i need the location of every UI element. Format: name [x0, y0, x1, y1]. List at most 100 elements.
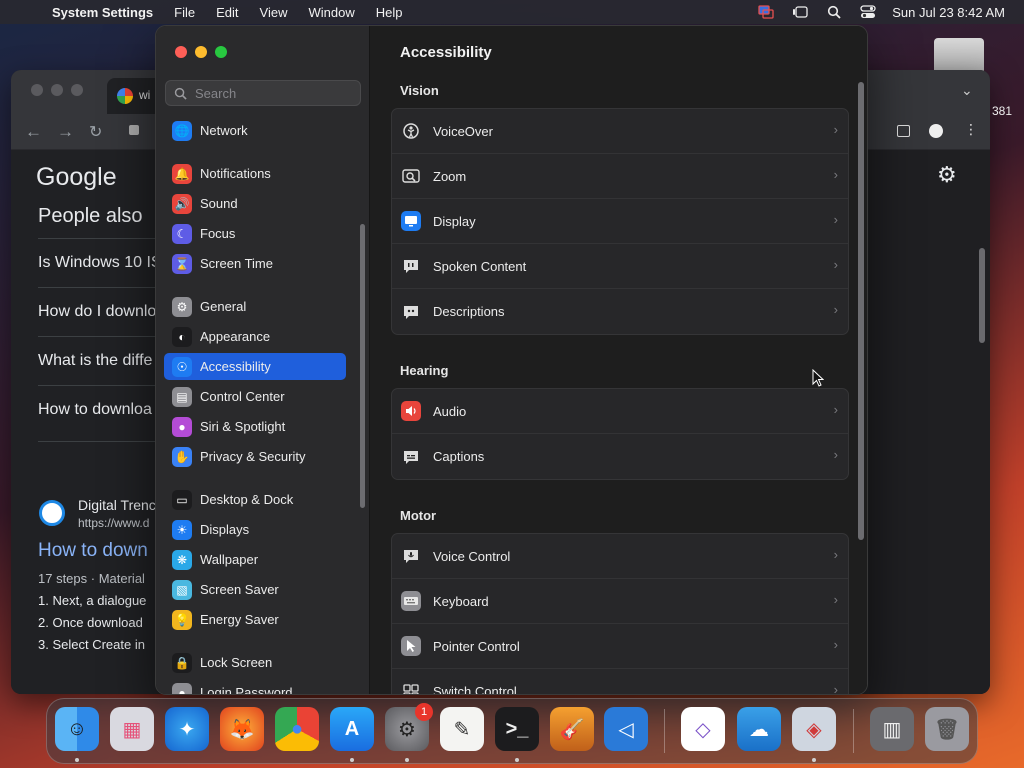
sidebar-item-wallpaper[interactable]: ❋ Wallpaper — [164, 546, 346, 573]
sidebar-item-sound[interactable]: 🔊 Sound — [164, 190, 346, 217]
sidebar-item-displays[interactable]: ☀ Displays — [164, 516, 346, 543]
launchpad-icon[interactable]: ▦ — [110, 707, 154, 751]
result-source-name[interactable]: Digital Trenc — [78, 497, 156, 513]
icloud-icon[interactable]: ☁ — [737, 707, 781, 751]
row-voice-control[interactable]: Voice Control › — [392, 534, 848, 579]
site-favicon-icon — [39, 500, 65, 526]
related-question[interactable]: How do I downlo — [38, 303, 156, 321]
sidebar-scrollbar[interactable] — [360, 224, 365, 508]
settings-gear-icon[interactable]: ⚙ — [937, 162, 957, 188]
control-center-icon[interactable] — [858, 4, 878, 20]
divider — [38, 336, 168, 337]
section-label-hearing: Hearing — [400, 363, 449, 378]
google-logo[interactable]: Google — [36, 163, 117, 192]
sidebar-icon: 🔒 — [172, 652, 192, 673]
firefox-icon[interactable]: 🦊 — [220, 707, 264, 751]
search-input[interactable] — [195, 85, 355, 101]
notification-badge: 1 — [415, 703, 433, 721]
row-pointer-control[interactable]: Pointer Control › — [392, 624, 848, 669]
row-display[interactable]: Display › — [392, 199, 848, 244]
sidebar-item-accessibility[interactable]: ☉ Accessibility — [164, 353, 346, 380]
system-settings-window[interactable]: 🌐 Network 🔔 Notifications 🔊 Sound ☾ Focus ⌛ Scree… — [155, 25, 868, 695]
downloads-stack-icon[interactable]: ▥ — [870, 707, 914, 751]
browser-zoom-button[interactable] — [71, 84, 83, 96]
sidebar-item-network[interactable]: 🌐 Network — [164, 117, 346, 144]
divider — [38, 238, 168, 239]
finder-icon[interactable]: ☺ — [55, 707, 99, 751]
sidebar-item-notifications[interactable]: 🔔 Notifications — [164, 160, 346, 187]
detail-scrollbar[interactable] — [858, 82, 864, 540]
sidebar-item-screen-time[interactable]: ⌛ Screen Time — [164, 250, 346, 277]
related-question[interactable]: What is the diffe — [38, 352, 152, 370]
row-captions[interactable]: Captions › — [392, 434, 848, 479]
dock-separator — [853, 709, 854, 753]
related-question[interactable]: How to downloa — [38, 401, 152, 419]
menu-app-name[interactable]: System Settings — [52, 5, 153, 20]
browser-menu-icon[interactable]: ⋮ — [964, 121, 978, 138]
result-source-url[interactable]: https://www.d — [78, 516, 149, 530]
menu-window[interactable]: Window — [308, 5, 354, 20]
profile-avatar-icon[interactable] — [929, 124, 943, 138]
sidebar-item-lock-screen[interactable]: 🔒 Lock Screen — [164, 649, 346, 676]
stage-manager-icon[interactable] — [790, 4, 810, 20]
browser-close-button[interactable] — [31, 84, 43, 96]
sidebar-icon: ✋ — [172, 446, 192, 467]
sidebar-item-appearance[interactable]: ◐ Appearance — [164, 323, 346, 350]
sidebar-item-desktop-dock[interactable]: ▭ Desktop & Dock — [164, 486, 346, 513]
sidebar-item-label: General — [200, 299, 247, 314]
sidebar-icon: ● — [172, 416, 192, 437]
sidebar-search[interactable] — [165, 80, 361, 106]
sidebar-item-screen-saver[interactable]: ▧ Screen Saver — [164, 576, 346, 603]
app-store-icon[interactable]: A — [330, 707, 374, 751]
sidebar-item-focus[interactable]: ☾ Focus — [164, 220, 346, 247]
terminal-icon[interactable]: >_ — [495, 707, 539, 751]
sidebar-item-login-password[interactable]: ● Login Password — [164, 679, 346, 694]
tab-list-chevron-icon[interactable]: ⌄ — [961, 82, 973, 99]
trash-icon[interactable]: 🗑 — [925, 707, 969, 751]
running-indicator — [350, 758, 354, 762]
menu-clock[interactable]: Sun Jul 23 8:42 AM — [892, 5, 1005, 20]
chevron-right-icon: › — [833, 592, 838, 607]
row-audio[interactable]: Audio › — [392, 389, 848, 434]
row-voiceover[interactable]: VoiceOver › — [392, 109, 848, 154]
sidebar-item-label: Notifications — [200, 166, 271, 181]
speaker-icon — [401, 401, 421, 421]
minimize-button[interactable] — [195, 46, 207, 58]
screen-mirror-icon[interactable] — [756, 4, 776, 20]
close-button[interactable] — [175, 46, 187, 58]
sidebar-item-privacy-security[interactable]: ✋ Privacy & Security — [164, 443, 346, 470]
vscode-icon[interactable]: ◁ — [604, 707, 648, 751]
side-panel-icon[interactable] — [897, 125, 910, 137]
browser-minimize-button[interactable] — [51, 84, 63, 96]
result-title-link[interactable]: How to down — [38, 540, 148, 562]
garageband-icon[interactable]: 🎸 — [550, 707, 594, 751]
textedit-icon[interactable]: ✎ — [440, 707, 484, 751]
menu-help[interactable]: Help — [376, 5, 403, 20]
row-spoken-content[interactable]: Spoken Content › — [392, 244, 848, 289]
spotlight-search-icon[interactable] — [824, 4, 844, 20]
related-question[interactable]: Is Windows 10 IS — [38, 254, 162, 272]
sidebar-item-control-center[interactable]: ▤ Control Center — [164, 383, 346, 410]
back-arrow-icon[interactable]: ← — [25, 122, 42, 142]
row-switch-control[interactable]: Switch Control › — [392, 669, 848, 694]
forward-arrow-icon[interactable]: → — [57, 122, 74, 142]
sidebar-item-energy-saver[interactable]: 💡 Energy Saver — [164, 606, 346, 633]
row-zoom[interactable]: Zoom › — [392, 154, 848, 199]
zoom-button[interactable] — [215, 46, 227, 58]
background-window-fragment — [934, 38, 984, 74]
row-keyboard[interactable]: Keyboard › — [392, 579, 848, 624]
reload-icon[interactable]: ↻ — [89, 122, 102, 142]
row-descriptions[interactable]: Descriptions › — [392, 289, 848, 334]
sidebar-item-siri-spotlight[interactable]: ● Siri & Spotlight — [164, 413, 346, 440]
menu-edit[interactable]: Edit — [216, 5, 238, 20]
chrome-icon[interactable]: ● — [275, 707, 319, 751]
row-label: Pointer Control — [433, 638, 520, 654]
sidebar-item-general[interactable]: ⚙ General — [164, 293, 346, 320]
menu-view[interactable]: View — [260, 5, 288, 20]
remote-desktop-icon[interactable]: ◈ — [792, 707, 836, 751]
safari-icon[interactable]: ✦ — [165, 707, 209, 751]
menu-file[interactable]: File — [174, 5, 195, 20]
browser-scrollbar[interactable] — [979, 248, 985, 343]
visual-studio-icon[interactable]: ◇ — [681, 707, 725, 751]
google-favicon-icon — [117, 88, 133, 104]
